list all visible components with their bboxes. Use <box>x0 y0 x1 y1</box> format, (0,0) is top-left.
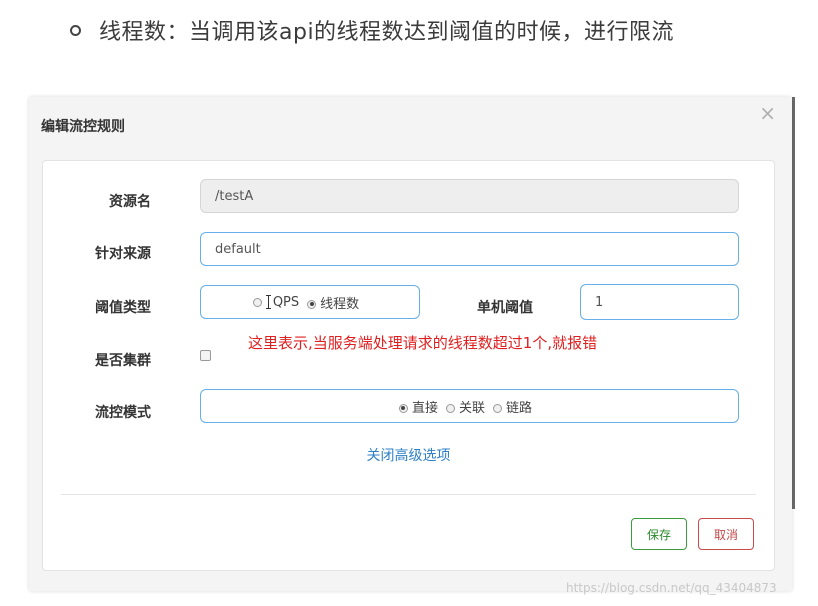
annotation-text: 这里表示,当服务端处理请求的线程数超过1个,就报错 <box>248 334 598 352</box>
radio-icon[interactable] <box>252 297 262 307</box>
radio-icon[interactable] <box>445 403 455 413</box>
resource-value: /testA <box>215 188 254 204</box>
radio-checked-icon[interactable] <box>398 403 408 413</box>
radio-checked-icon[interactable] <box>307 299 317 309</box>
close-advanced-options-link[interactable]: 关闭高级选项 <box>43 445 774 465</box>
flow-mode-radio-group: 直接 关联 链路 <box>200 389 739 423</box>
cluster-label: 是否集群 <box>95 353 151 369</box>
source-value: default <box>215 241 261 257</box>
footer-divider <box>61 494 756 495</box>
flow-mode-label: 流控模式 <box>95 405 151 421</box>
single-threshold-input[interactable]: 1 <box>580 284 739 320</box>
text-cursor-icon <box>265 295 272 309</box>
cancel-button[interactable]: 取消 <box>698 518 754 550</box>
flow-mode-direct[interactable]: 直接 <box>398 397 446 416</box>
watermark: https://blog.csdn.net/qq_43404873 <box>566 581 777 595</box>
resource-label: 资源名 <box>109 194 151 210</box>
single-threshold-label: 单机阈值 <box>477 300 533 316</box>
background-edge <box>792 97 795 509</box>
cluster-checkbox[interactable] <box>200 350 211 361</box>
bullet-icon <box>70 24 81 36</box>
threshold-type-label: 阈值类型 <box>95 300 151 316</box>
flow-mode-chain[interactable]: 链路 <box>493 397 540 416</box>
source-label: 针对来源 <box>95 246 151 262</box>
close-icon[interactable]: × <box>759 103 776 123</box>
dialog-body: 资源名 /testA 针对来源 default 阈值类型 QPS 线程数 单机阈… <box>42 160 775 571</box>
save-button[interactable]: 保存 <box>631 518 687 550</box>
source-input[interactable]: default <box>200 232 739 266</box>
threshold-type-threads[interactable]: 线程数 <box>307 293 367 312</box>
bullet-heading: 线程数：当调用该api的线程数达到阈值的时候，进行限流 <box>70 14 674 46</box>
flow-mode-related[interactable]: 关联 <box>445 397 493 416</box>
threshold-type-radio-group: QPS 线程数 <box>200 285 420 319</box>
heading-text: 线程数：当调用该api的线程数达到阈值的时候，进行限流 <box>99 20 675 45</box>
threshold-type-qps[interactable]: QPS <box>252 295 307 310</box>
radio-icon[interactable] <box>493 403 502 413</box>
resource-input: /testA <box>200 179 739 213</box>
dialog-title: 编辑流控规则 <box>41 119 125 135</box>
single-threshold-value: 1 <box>595 294 604 310</box>
